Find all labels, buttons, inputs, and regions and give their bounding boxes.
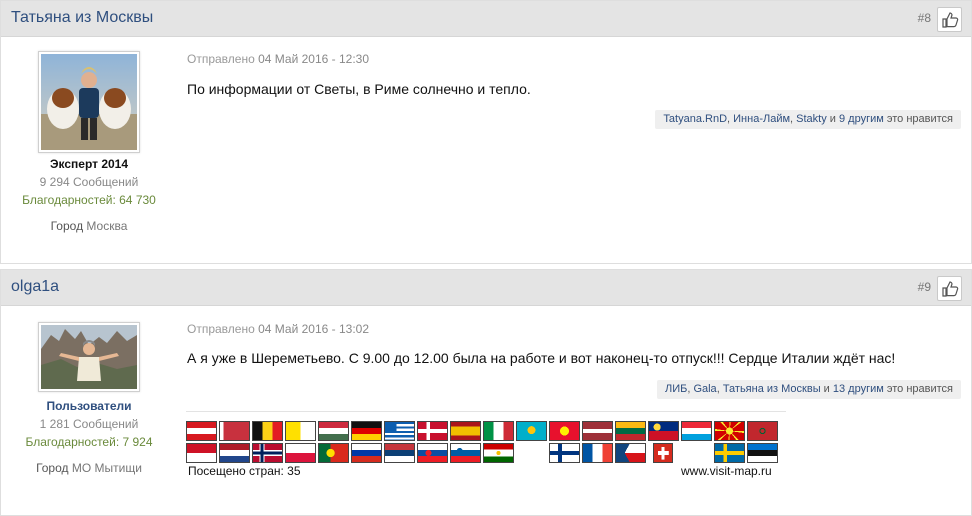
flag-finland-icon [549,443,580,463]
likes-suffix: это нравится [883,113,953,125]
post-count: 9 294 Сообщений [39,175,139,189]
visited-count: Посещено стран: 35 [188,464,301,478]
like-user-link[interactable]: Татьяна из Москвы [723,383,821,395]
flag-denmark-icon [417,421,448,441]
flag-greece-icon [384,421,415,441]
user-info: Эксперт 2014 9 294 Сообщений Благодарнос… [1,155,177,235]
avatar[interactable] [38,322,140,392]
flag-kyrgyzstan-icon [549,421,580,441]
post-header: Татьяна из Москвы #8 [1,1,971,37]
user-city: Город МО Мытищи [1,459,177,477]
flag-switzerland-icon [653,443,673,463]
flag-germany-icon [351,421,382,441]
signature-divider [186,411,786,412]
like-others-link[interactable]: 9 другим [839,113,884,125]
user-rank: Пользователи [46,399,132,413]
flag-lithuania-icon [615,421,646,441]
flag-norway-icon [252,443,283,463]
city-label: Город [36,461,69,475]
city-label: Город [50,219,84,233]
like-user-link[interactable]: Gala [693,383,716,395]
post-number-link[interactable]: #8 [918,11,931,25]
post-count: 1 281 Сообщений [39,417,139,431]
flag-serbia-icon [384,443,415,463]
city-value: МО Мытищи [71,461,142,475]
author-name-link[interactable]: olga1a [11,278,59,296]
flag-belarus-icon [219,421,250,441]
flag-hungary-icon [318,421,349,441]
flag-poland-icon [285,443,316,463]
date-value: 04 Май 2016 - 12:30 [258,52,370,66]
likes-and: и [826,113,839,125]
thanks-count: Благодарностей: 7 924 [25,435,153,449]
flag-kazakhstan-icon [516,421,547,441]
user-city: Город Москва [1,217,177,235]
thanks-count: Благодарностей: 64 730 [22,193,156,207]
flag-latvia-icon [582,421,613,441]
author-name-link[interactable]: Татьяна из Москвы [11,9,153,27]
flag-liechtenstein-icon [648,421,679,441]
like-others-link[interactable]: 13 другим [833,383,884,395]
flag-czechia-icon [615,443,646,463]
flag-tajikistan-icon [483,443,514,463]
thumbs-up-icon [942,12,959,28]
flag-russia-icon [351,443,382,463]
thumbs-up-icon [942,281,959,297]
visit-map-link[interactable]: www.visit-map.ru [681,464,772,478]
flag-austria-icon [186,421,217,441]
post-body: А я уже в Шереметьево. С 9.00 до 12.00 б… [187,350,896,366]
flag-vatican-icon [285,421,316,441]
likes-bar: ЛИБ, Gala, Татьяна из Москвы и 13 другим… [656,380,961,399]
flag-monaco-icon [186,443,217,463]
flag-netherlands-icon [219,443,250,463]
flag-slovenia-icon [450,443,481,463]
likes-and: и [820,383,833,395]
like-user-link[interactable]: ЛИБ [665,383,687,395]
like-user-link[interactable]: Tatyana.RnD [663,113,727,125]
flag-italy-icon [483,421,514,441]
post-date: Отправлено 04 Май 2016 - 12:30 [187,52,369,66]
user-rank: Эксперт 2014 [49,157,129,171]
flag-portugal-icon [318,443,349,463]
city-value: Москва [86,219,128,233]
avatar[interactable] [38,51,140,153]
like-button[interactable] [937,276,962,301]
flag-morocco-icon [747,421,778,441]
signature-visit-map[interactable]: Посещено стран: 35 www.visit-map.ru [186,411,786,481]
flag-france-icon [582,443,613,463]
likes-bar: Tatyana.RnD, Инна-Лайм, Stakty и 9 други… [655,110,961,129]
flag-belgium-icon [252,421,283,441]
date-label: Отправлено [187,322,255,336]
flag-luxembourg-icon [681,421,712,441]
flag-estonia-icon [747,443,778,463]
post-8: Татьяна из Москвы #8 Эксперт 2014 9 294 … [0,0,972,264]
flag-slovakia-icon [417,443,448,463]
post-header: olga1a #9 [1,270,971,306]
user-info: Пользователи 1 281 Сообщений Благодарнос… [1,397,177,477]
post-date: Отправлено 04 Май 2016 - 13:02 [187,322,369,336]
date-value: 04 Май 2016 - 13:02 [258,322,370,336]
flag-macedonia-icon [714,421,745,441]
like-button[interactable] [937,7,962,32]
post-body: По информации от Светы, в Риме солнечно … [187,81,531,97]
flag-spain-icon [450,421,481,441]
post-number-link[interactable]: #9 [918,280,931,294]
like-user-link[interactable]: Stakty [796,113,827,125]
like-user-link[interactable]: Инна-Лайм [733,113,790,125]
flag-sweden-icon [714,443,745,463]
likes-suffix: это нравится [883,383,953,395]
date-label: Отправлено [187,52,255,66]
